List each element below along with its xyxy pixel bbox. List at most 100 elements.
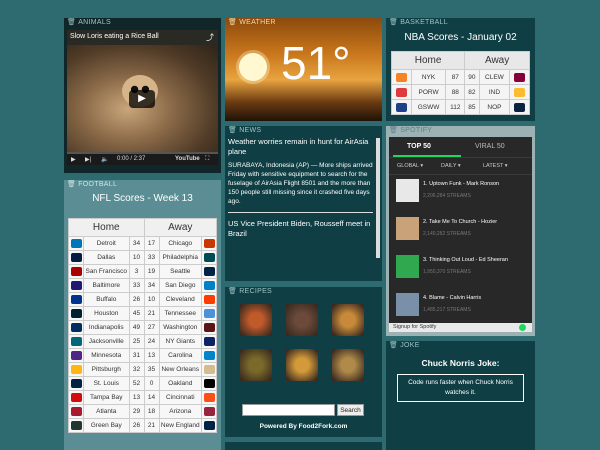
team-name: Pittsburgh: [83, 362, 130, 377]
team-logo-icon: [203, 421, 215, 430]
team-score: 52: [128, 376, 145, 391]
team-logo-icon: [514, 87, 526, 97]
recipe-image[interactable]: [332, 304, 364, 336]
youtube-logo[interactable]: YouTube: [175, 156, 200, 162]
spotify-signup-label: Signup for Spotify: [393, 324, 437, 330]
team-name: Washington: [158, 320, 203, 335]
trash-icon[interactable]: 🗑: [228, 127, 237, 134]
team-score: 32: [128, 362, 145, 377]
track-item[interactable]: 2. Take Me To Church - Hozier 2,140,282 S…: [389, 213, 532, 251]
news-divider: [228, 212, 373, 213]
video-player[interactable]: Slow Loris eating a Rice Ball ⤴ ▶ ▶ ▶| 🔈…: [67, 30, 218, 165]
track-item[interactable]: 1. Uptown Funk - Mark Ronson 2,206,284 ST…: [389, 175, 532, 213]
joke-header-label: JOKE: [400, 342, 420, 349]
trash-icon[interactable]: 🗑: [67, 19, 76, 26]
track-item[interactable]: 4. Blame - Calvin Harris 1,485,217 STREAM…: [389, 289, 532, 327]
recipe-search-input[interactable]: [242, 404, 335, 416]
video-controls: ▶ ▶| 🔈 0:00 / 2:37 YouTube ⛶: [67, 152, 218, 165]
team-logo-cell: [201, 362, 217, 377]
news-feed[interactable]: Weather worries remain in hunt for AirAs…: [228, 137, 373, 278]
team-score: 87: [445, 69, 466, 85]
team-logo-icon: [70, 421, 82, 430]
team-name: Buffalo: [83, 292, 130, 307]
football-header: 🗑 FOOTBALL: [64, 180, 221, 190]
team-logo-icon: [203, 323, 215, 332]
video-progress[interactable]: [67, 152, 218, 154]
next-icon[interactable]: ▶|: [85, 156, 91, 163]
table-row: Green Bay 26 21 New England: [68, 418, 217, 433]
table-row: St. Louis 52 0 Oakland: [68, 376, 217, 391]
play-icon[interactable]: ▶: [71, 156, 76, 163]
recipe-image[interactable]: [332, 349, 364, 381]
filter-latest-label: LATEST: [483, 163, 504, 169]
recipes-header: 🗑 RECIPES: [225, 287, 382, 297]
volume-icon[interactable]: 🔈: [101, 156, 108, 163]
video-title[interactable]: Slow Loris eating a Rice Ball: [70, 33, 159, 40]
team-name: Tampa Bay: [83, 390, 130, 405]
animals-header-label: ANIMALS: [78, 19, 112, 26]
fullscreen-icon[interactable]: ⛶: [205, 156, 209, 163]
team-name: Arizona: [158, 404, 203, 419]
trash-icon[interactable]: 🗑: [389, 342, 398, 349]
team-logo-icon: [70, 253, 82, 262]
trash-icon[interactable]: 🗑: [228, 288, 237, 295]
team-name: San Francisco: [83, 264, 130, 279]
recipe-image[interactable]: [286, 304, 318, 336]
team-score: 13: [128, 390, 145, 405]
joke-title: Chuck Norris Joke:: [421, 358, 500, 368]
tab-viral-50[interactable]: VIRAL 50: [475, 143, 505, 150]
team-name: NOP: [478, 99, 511, 115]
track-item[interactable]: 3. Thinking Out Loud - Ed Sheeran 1,950,3…: [389, 251, 532, 289]
team-name: CLEW: [478, 69, 511, 85]
team-logo-icon: [203, 379, 215, 388]
team-logo-icon: [395, 102, 407, 112]
trash-icon[interactable]: 🗑: [389, 127, 398, 134]
tab-top-50[interactable]: TOP 50: [407, 143, 431, 150]
team-name: Philadelphia: [158, 250, 203, 265]
away-column-header: Away: [464, 51, 530, 70]
nba-scores-table: Home Away NYK 87 90 CLEW PORW 88 82 IND GSWW 112 8…: [390, 51, 530, 115]
recipe-search-button[interactable]: Search: [337, 404, 364, 416]
table-row: NYK 87 90 CLEW: [391, 69, 530, 85]
team-score: 33: [143, 250, 160, 265]
team-score: 19: [143, 264, 160, 279]
team-logo-cell: [201, 236, 217, 251]
team-score: 45: [128, 306, 145, 321]
table-row: Detroit 34 17 Chicago: [68, 236, 217, 251]
team-score: 18: [143, 404, 160, 419]
recipe-image[interactable]: [240, 304, 272, 336]
news-headline[interactable]: US Vice President Biden, Rousseff meet i…: [228, 219, 373, 239]
spotify-track-list: 1. Uptown Funk - Mark Ronson 2,206,284 ST…: [389, 175, 532, 327]
news-scrollbar[interactable]: [376, 138, 380, 258]
play-button[interactable]: ▶: [129, 90, 155, 108]
team-logo-cell: [68, 404, 84, 419]
nfl-title: NFL Scores - Week 13: [92, 193, 193, 204]
team-logo-icon: [203, 295, 215, 304]
basketball-widget: 🗑 BASKETBALL NBA Scores - January 02 Home…: [386, 18, 535, 121]
recipe-image[interactable]: [240, 349, 272, 381]
team-score: 85: [464, 99, 480, 115]
album-art: [396, 255, 419, 278]
filter-latest[interactable]: LATEST ▾: [483, 163, 508, 169]
trash-icon[interactable]: 🗑: [67, 181, 76, 188]
powered-by[interactable]: Powered By Food2Fork.com: [225, 423, 382, 430]
filter-global[interactable]: GLOBAL ▾: [397, 163, 423, 169]
team-score: 3: [128, 264, 145, 279]
football-header-label: FOOTBALL: [78, 181, 118, 188]
table-row: Jacksonville 25 24 NY Giants: [68, 334, 217, 349]
weather-header: 🗑 WEATHER: [225, 18, 382, 28]
team-logo-cell: [68, 292, 84, 307]
filter-daily[interactable]: DAILY ▾: [441, 163, 461, 169]
table-row: GSWW 112 85 NOP: [391, 99, 530, 115]
trash-icon[interactable]: 🗑: [389, 19, 398, 26]
news-headline[interactable]: Weather worries remain in hunt for AirAs…: [228, 137, 373, 157]
home-column-header: Home: [390, 51, 466, 70]
sun-icon: [239, 53, 267, 81]
team-logo-icon: [70, 407, 82, 416]
spotify-header: 🗑 SPOTIFY: [386, 126, 535, 136]
share-icon[interactable]: ⤴: [206, 32, 214, 43]
team-name: Jacksonville: [83, 334, 130, 349]
spotify-signup[interactable]: Signup for Spotify: [389, 323, 532, 332]
recipe-image[interactable]: [286, 349, 318, 381]
trash-icon[interactable]: 🗑: [228, 19, 237, 26]
